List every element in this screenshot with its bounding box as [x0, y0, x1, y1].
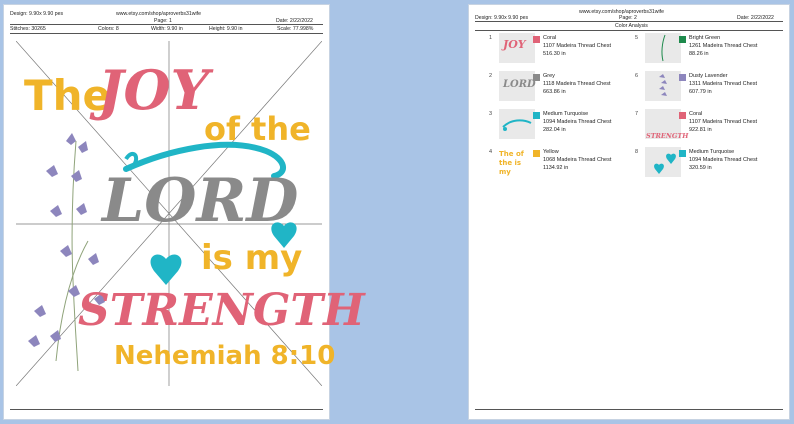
color-name: Dusty Lavender: [689, 73, 728, 79]
color-name: Medium Turquoise: [689, 149, 735, 155]
thread-code: 1107 Madeira Thread Chest: [543, 43, 611, 49]
color-name: Medium Turquoise: [543, 111, 589, 117]
color-swatch: [533, 74, 540, 81]
shop-url: www.etsy.com/shop/aproverbs31wife: [116, 11, 201, 17]
color-analysis-title: Color Analysis: [615, 23, 648, 29]
thread-code: 1068 Madeira Thread Chest: [543, 157, 612, 163]
color-swatch: [533, 36, 540, 43]
thread-length: 88.26 in: [689, 51, 709, 57]
turquoise-swirl-icon: [502, 119, 532, 131]
color-swatch: [679, 150, 686, 157]
design-text-of-the: of the: [204, 110, 311, 148]
print-preview-page-2: www.etsy.com/shop/aproverbs31wife Design…: [468, 4, 790, 420]
thread-length: 320.59 in: [689, 165, 712, 171]
thread-code: 1311 Madeira Thread Chest: [689, 81, 757, 87]
design-text-lord: LORD: [102, 166, 299, 236]
design-text-joy: JOY: [98, 58, 210, 122]
color-name: Grey: [543, 73, 555, 79]
thread-code: 1107 Madeira Thread Chest: [689, 119, 757, 125]
color-name: Bright Green: [689, 35, 721, 41]
thread-length: 282.04 in: [543, 127, 566, 133]
scale-value: Scale: 77.998%: [277, 26, 314, 32]
header-rule-bottom: [10, 33, 323, 34]
color-swatch: [679, 112, 686, 119]
header-rule-bottom: [475, 30, 783, 31]
design-width: Width: 9.90 in: [151, 26, 183, 32]
lavender-icon: [659, 74, 667, 96]
stitch-count: Stitches: 30265: [10, 26, 46, 32]
color-count: Colors: 8: [98, 26, 119, 32]
thread-length: 663.86 in: [543, 89, 566, 95]
stitch-thumbnail: [499, 109, 535, 139]
stitch-thumbnail: [645, 71, 681, 101]
thread-code: 1261 Madeira Thread Chest: [689, 43, 758, 49]
footer-rule: [475, 409, 783, 410]
thread-code: 1094 Madeira Thread Chest: [689, 157, 758, 163]
color-swatch: [679, 74, 686, 81]
thread-code: 1118 Madeira Thread Chest: [543, 81, 611, 87]
color-name: Coral: [543, 35, 557, 41]
thread-length: 922.81 in: [689, 127, 712, 133]
stitch-thumbnail: LORD: [499, 71, 536, 101]
header-rule: [10, 24, 323, 25]
color-name: Yellow: [543, 149, 559, 155]
thread-length: 1134.92 in: [543, 165, 569, 171]
thread-code: 1094 Madeira Thread Chest: [543, 119, 612, 125]
stitch-thumbnail: [645, 33, 681, 63]
design-height: Height: 9.90 in: [209, 26, 243, 32]
stitch-thumbnail: The of the is my: [499, 147, 535, 187]
stitch-thumbnail: JOY: [499, 33, 535, 63]
design-text-reference: Nehemiah 8:10: [114, 341, 336, 371]
color-name: Coral: [689, 111, 703, 117]
header-rule: [475, 21, 783, 22]
stem-icon: [661, 34, 666, 62]
print-preview-page-1: Design: 9.90x 9.90 pes www.etsy.com/shop…: [3, 4, 365, 420]
embroidery-design: The JOY of the LORD is my STRENGTH Nehem…: [16, 41, 365, 386]
stitch-thumbnail: [645, 147, 681, 177]
design-size: Design: 9.90x 9.90 pes: [10, 11, 64, 17]
design-text-is-my: is my: [201, 238, 303, 278]
color-swatch: [679, 36, 686, 43]
color-swatch: [533, 150, 540, 157]
color-swatch: [533, 112, 540, 119]
footer-rule: [10, 409, 323, 410]
design-text-strength: STRENGTH: [78, 285, 365, 336]
stitch-thumbnail: STRENGTH: [645, 109, 688, 139]
heart-icon: [654, 153, 676, 174]
thread-length: 607.79 in: [689, 89, 712, 95]
thread-length: 516.30 in: [543, 51, 566, 57]
